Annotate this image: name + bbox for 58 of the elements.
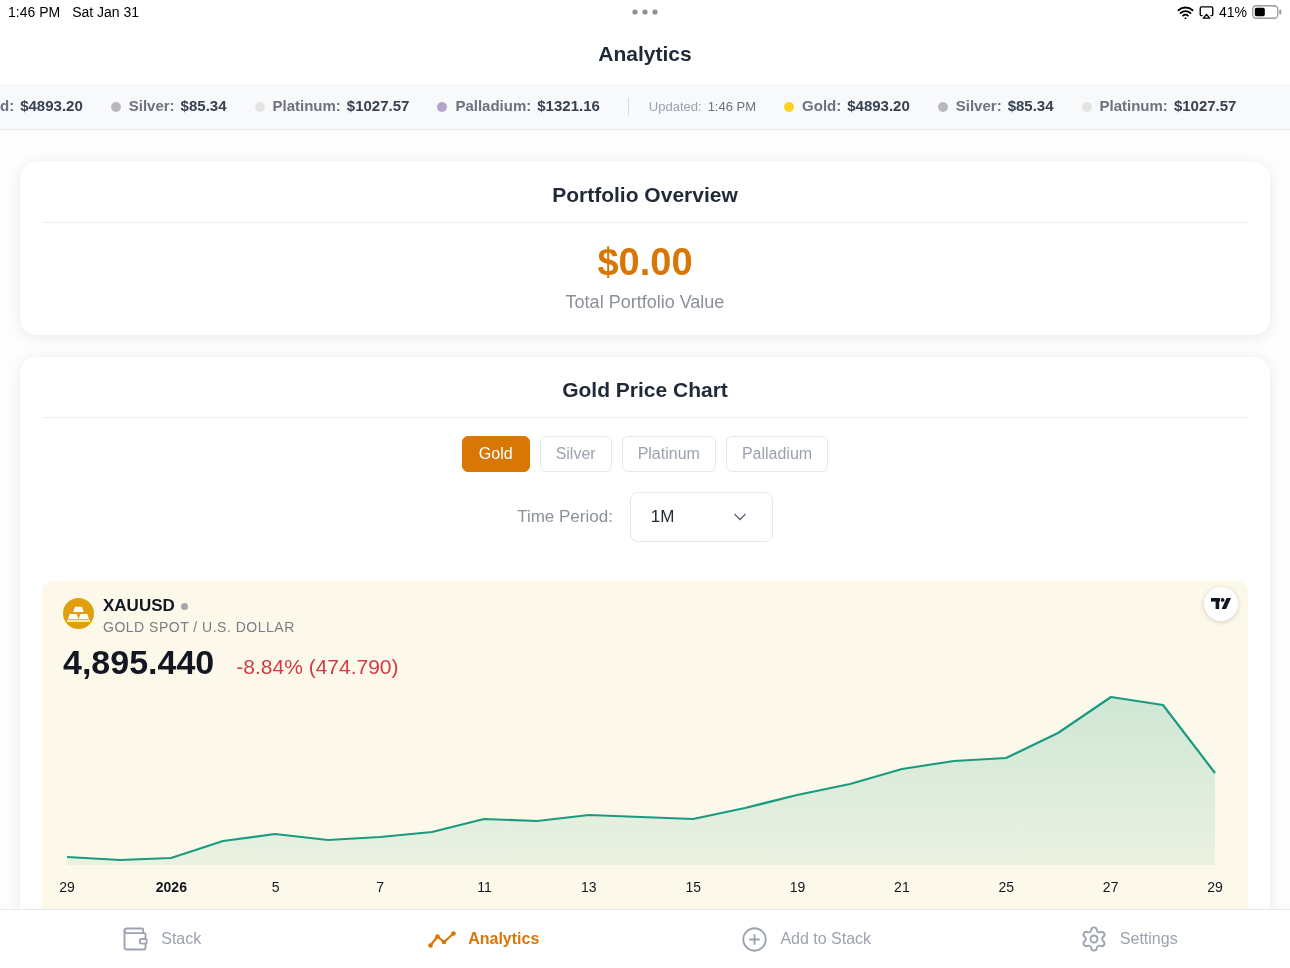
metal-label: Silver: [955,96,1002,117]
metal-price: $4893.20 [20,96,83,117]
current-price: 4,895.440 [63,642,215,682]
wallet-icon [121,925,150,953]
metal-label: Palladium: [455,96,532,117]
metal-tab[interactable]: Silver [539,436,612,472]
axis-label: 27 [1102,879,1119,895]
portfolio-caption: Total Portfolio Value [565,291,725,314]
axis-label: 25 [998,879,1015,895]
logo-icon[interactable] [1204,587,1238,621]
status-time: 1:46 PM [8,2,61,22]
axis-label: 2026 [155,879,187,895]
axis-label: 15 [685,879,701,895]
metal-label: d: [0,96,15,117]
axis-label: 13 [581,879,597,895]
updated-time: 1:46 PM [707,97,757,116]
time-period-select[interactable]: 1M [629,492,773,542]
tab-bar-item[interactable]: Analytics [428,927,540,951]
metal-tab[interactable]: Gold [461,436,530,472]
metal-price: $85.34 [1007,96,1054,117]
axis-label: 7 [376,879,384,895]
axis-label: 29 [59,879,75,895]
metal-price: $1321.16 [537,96,600,117]
battery-percent: 41% [1218,2,1247,22]
ingot-icon [63,598,94,629]
tab-bar-item[interactable]: Settings [1079,925,1178,953]
axis-label: 21 [894,879,910,895]
metal-price: $1027.57 [1173,96,1237,117]
status-date: Sat Jan 31 [72,2,140,22]
plus-circle-icon [741,925,769,953]
metal-label: Silver: [128,96,175,117]
metal-price: $1027.57 [346,96,410,117]
metal-price: $85.34 [180,96,227,117]
axis-label: 29 [1207,879,1223,895]
portfolio-value: $0.00 [597,240,693,285]
more-icon[interactable] [632,9,658,15]
price-change: -8.84% (474.790) [236,654,399,680]
metal-label: Platinum: [272,96,341,117]
symbol-name: XAUUSD [103,595,175,617]
card-title: Gold Price Chart [562,377,728,403]
metal-tab[interactable]: Platinum [621,436,716,472]
battery-icon [1252,5,1282,19]
metal-label: Platinum: [1099,96,1168,117]
time-period-label: Time Period: [517,506,613,529]
tab-bar-item[interactable]: Stack [121,925,202,953]
symbol-description: GOLD SPOT / U.S. DOLLAR [103,618,295,637]
axis-label: 5 [271,879,280,895]
metal-tab[interactable]: Palladium [725,436,829,472]
metal-label: Gold: [802,96,842,117]
card-title: Portfolio Overview [552,182,738,208]
tab-bar-item[interactable]: Add to Stack [741,925,872,953]
screen-mirroring-icon [1198,4,1214,20]
trend-line-icon [428,930,457,948]
metal-price: $4893.20 [847,96,910,117]
axis-label: 11 [477,879,492,895]
page-title: Analytics [598,41,692,68]
axis-label: 19 [789,879,806,895]
updated-label: Updated: [648,97,702,116]
